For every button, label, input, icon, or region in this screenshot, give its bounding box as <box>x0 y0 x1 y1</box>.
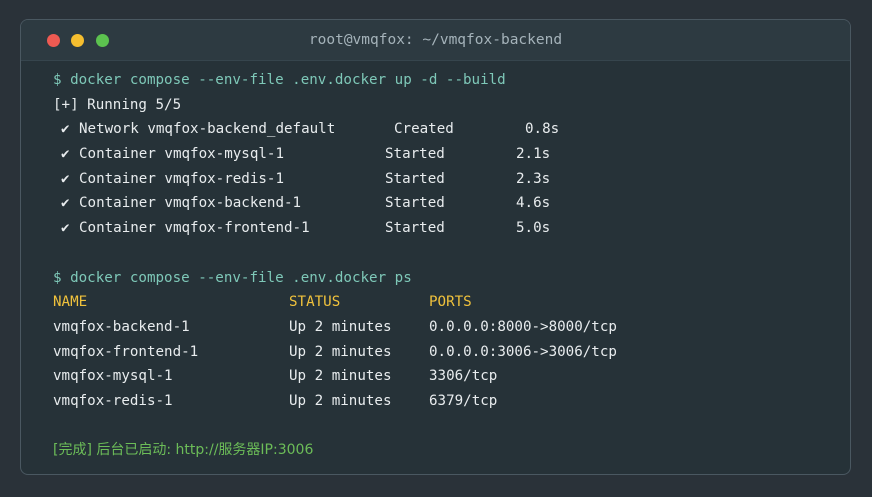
progress-resource: Container vmqfox-backend-1 <box>79 195 302 212</box>
progress-row: ✔ Network vmqfox-backend_default Created… <box>53 118 840 143</box>
command-line-ps: $ docker compose --env-file .env.docker … <box>53 269 412 286</box>
ps-container-name: vmqfox-frontend-1 <box>53 343 199 360</box>
progress-time: 0.8s <box>525 121 560 138</box>
check-icon: ✔ <box>61 121 70 138</box>
progress-resource: Container vmqfox-redis-1 <box>79 170 284 187</box>
ps-container-name: vmqfox-redis-1 <box>53 392 173 409</box>
ps-container-ports: 0.0.0.0:8000->8000/tcp <box>429 318 617 335</box>
progress-resource: Container vmqfox-mysql-1 <box>79 146 284 163</box>
ps-header-status: STATUS <box>289 294 341 311</box>
ps-container-name: vmqfox-backend-1 <box>53 318 190 335</box>
progress-row: ✔ Container vmqfox-redis-1 Started 2.3s <box>53 168 840 193</box>
ps-header-ports: PORTS <box>429 294 472 311</box>
progress-row: ✔ Container vmqfox-backend-1 Started 4.6… <box>53 192 840 217</box>
progress-status: Started <box>385 170 445 187</box>
ps-header-row: NAME STATUS PORTS <box>53 291 840 316</box>
title-bar: root@vmqfox: ~/vmqfox-backend <box>21 20 850 61</box>
progress-status: Started <box>385 220 445 237</box>
ps-header-name: NAME <box>53 294 88 311</box>
progress-status: Started <box>385 195 445 212</box>
ps-container-ports: 3306/tcp <box>429 368 498 385</box>
ps-row: vmqfox-frontend-1 Up 2 minutes 0.0.0.0:3… <box>53 341 840 366</box>
progress-status: Started <box>385 146 445 163</box>
progress-resource: Container vmqfox-frontend-1 <box>79 220 310 237</box>
ps-row: vmqfox-mysql-1 Up 2 minutes 3306/tcp <box>53 365 840 390</box>
ps-row: vmqfox-backend-1 Up 2 minutes 0.0.0.0:80… <box>53 316 840 341</box>
ps-container-status: Up 2 minutes <box>289 368 392 385</box>
ps-container-status: Up 2 minutes <box>289 392 392 409</box>
progress-status: Created <box>394 121 454 138</box>
ps-container-status: Up 2 minutes <box>289 343 392 360</box>
terminal-output[interactable]: $ docker compose --env-file .env.docker … <box>53 69 840 464</box>
ps-row: vmqfox-redis-1 Up 2 minutes 6379/tcp <box>53 390 840 415</box>
ps-container-status: Up 2 minutes <box>289 318 392 335</box>
progress-time: 4.6s <box>516 195 551 212</box>
progress-row: ✔ Container vmqfox-frontend-1 Started 5.… <box>53 217 840 242</box>
running-status: [+] Running 5/5 <box>53 96 182 113</box>
ps-container-ports: 6379/tcp <box>429 392 498 409</box>
check-icon: ✔ <box>61 170 70 187</box>
window-title: root@vmqfox: ~/vmqfox-backend <box>308 32 563 48</box>
progress-time: 2.3s <box>516 170 551 187</box>
completion-message: [完成] 后台已启动: http://服务器IP:3006 <box>53 442 314 459</box>
progress-time: 2.1s <box>516 146 551 163</box>
terminal-window: root@vmqfox: ~/vmqfox-backend $ docker c… <box>20 19 851 475</box>
check-icon: ✔ <box>61 146 70 163</box>
command-line-up: $ docker compose --env-file .env.docker … <box>53 72 506 88</box>
progress-resource: Network vmqfox-backend_default <box>79 121 336 138</box>
ps-container-ports: 0.0.0.0:3006->3006/tcp <box>429 343 617 360</box>
ps-container-name: vmqfox-mysql-1 <box>53 368 173 385</box>
check-icon: ✔ <box>61 195 70 212</box>
progress-time: 5.0s <box>516 220 551 237</box>
progress-row: ✔ Container vmqfox-mysql-1 Started 2.1s <box>53 143 840 168</box>
check-icon: ✔ <box>61 220 70 237</box>
